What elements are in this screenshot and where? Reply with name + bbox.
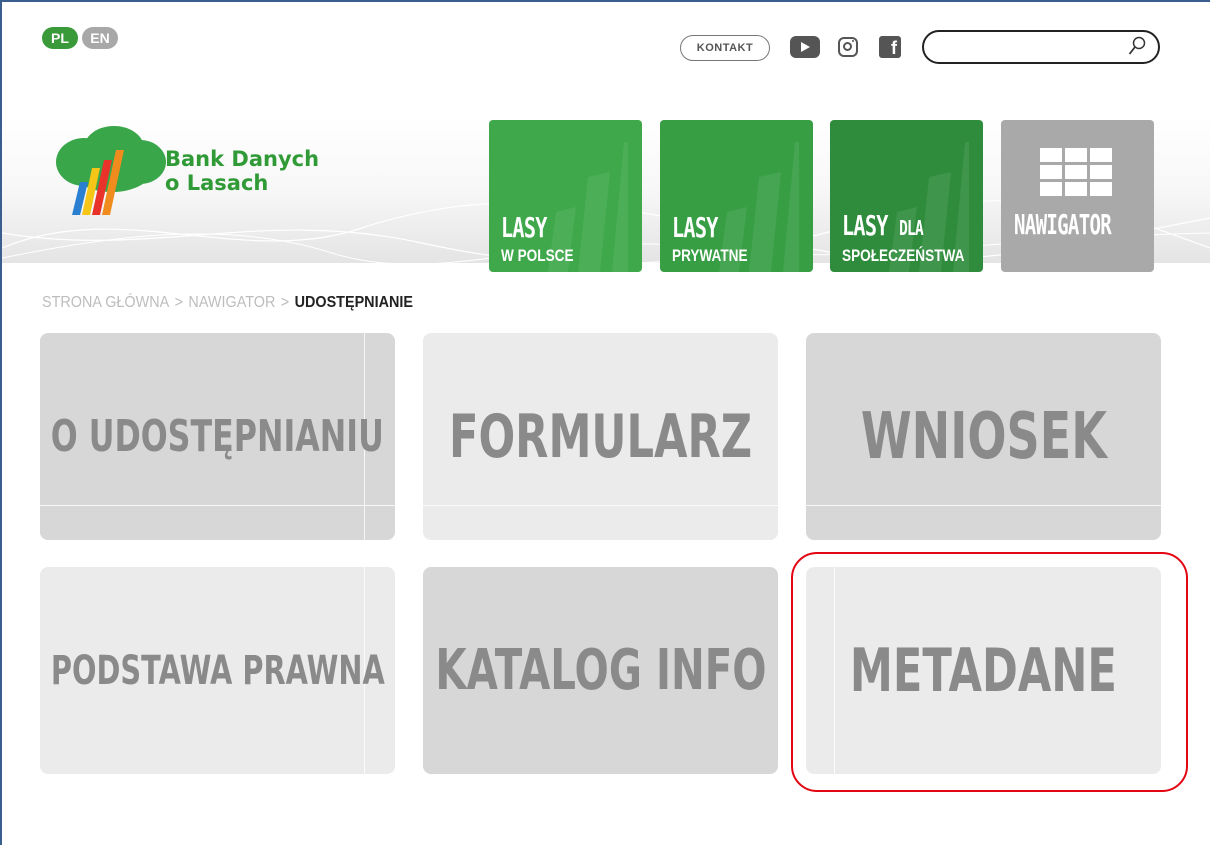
nav-tile-title-small: DLA xyxy=(899,216,924,240)
logo-tree-icon[interactable] xyxy=(52,120,172,220)
card-formularz[interactable]: FORMULARZ xyxy=(423,333,778,540)
facebook-icon[interactable]: f xyxy=(879,36,901,58)
card-label: O UDOSTĘPNIANIU xyxy=(50,411,385,462)
card-wniosek[interactable]: WNIOSEK xyxy=(806,333,1161,540)
card-label-wrap: WNIOSEK xyxy=(806,333,1161,540)
grid-icon xyxy=(1040,148,1112,196)
breadcrumb-home-link[interactable]: STRONA GŁÓWNA xyxy=(42,294,169,311)
brand-name-line1: Bank Danych xyxy=(165,147,320,171)
nav-tile-lasy-w-polsce[interactable]: LASY W POLSCE xyxy=(489,120,642,272)
instagram-icon[interactable] xyxy=(838,37,858,57)
nav-tile-lasy-dla-spoleczenstwa[interactable]: LASY DLA SPOŁECZEŃSTWA xyxy=(830,120,983,272)
card-podstawa-prawna[interactable]: PODSTAWA PRAWNA xyxy=(40,567,395,774)
card-label: WNIOSEK xyxy=(860,399,1107,474)
breadcrumb-current: UDOSTĘPNIANIE xyxy=(294,294,413,311)
card-label-wrap: PODSTAWA PRAWNA xyxy=(40,567,395,774)
contact-button[interactable]: KONTAKT xyxy=(680,35,770,61)
card-label: FORMULARZ xyxy=(448,401,753,472)
nav-tile-title-main: LASY xyxy=(842,209,888,242)
language-en-button[interactable]: EN xyxy=(82,27,118,49)
nav-tile-subtitle: SPOŁECZEŃSTWA xyxy=(842,246,965,265)
breadcrumb-separator: > xyxy=(280,294,290,311)
breadcrumb-nawigator-link[interactable]: NAWIGATOR xyxy=(188,294,275,311)
breadcrumb-separator: > xyxy=(174,294,184,311)
nav-tile-lasy-prywatne[interactable]: LASY PRYWATNE xyxy=(660,120,813,272)
nav-tile-title: LASY xyxy=(501,211,547,244)
nav-tile-subtitle: PRYWATNE xyxy=(672,246,748,265)
nav-tile-title: LASY DLA xyxy=(842,209,924,242)
breadcrumb: STRONA GŁÓWNA > NAWIGATOR > UDOSTĘPNIANIE xyxy=(42,294,413,312)
card-label-wrap: KATALOG INFO xyxy=(423,567,778,774)
search-icon[interactable] xyxy=(1128,36,1146,56)
brand-name[interactable]: Bank Danych o Lasach xyxy=(165,147,319,195)
card-label-wrap: FORMULARZ xyxy=(423,333,778,540)
card-label: PODSTAWA PRAWNA xyxy=(50,647,385,694)
nav-tile-title: LASY xyxy=(672,211,718,244)
search-input[interactable] xyxy=(922,30,1160,64)
nav-tile-nawigator[interactable]: NAWIGATOR xyxy=(1001,120,1154,272)
language-pl-button[interactable]: PL xyxy=(42,27,78,49)
card-katalog-info[interactable]: KATALOG INFO xyxy=(423,567,778,774)
nav-tile-subtitle: W POLSCE xyxy=(501,246,574,265)
card-label: KATALOG INFO xyxy=(434,638,767,703)
brand-name-line2: o Lasach xyxy=(165,171,269,195)
nav-tile-title: NAWIGATOR xyxy=(1014,208,1112,241)
youtube-icon[interactable] xyxy=(790,36,820,58)
card-o-udostepnianiu[interactable]: O UDOSTĘPNIANIU xyxy=(40,333,395,540)
window-frame-top xyxy=(0,0,1210,2)
highlight-annotation-ring xyxy=(791,552,1188,792)
card-label-wrap: O UDOSTĘPNIANIU xyxy=(40,333,395,540)
